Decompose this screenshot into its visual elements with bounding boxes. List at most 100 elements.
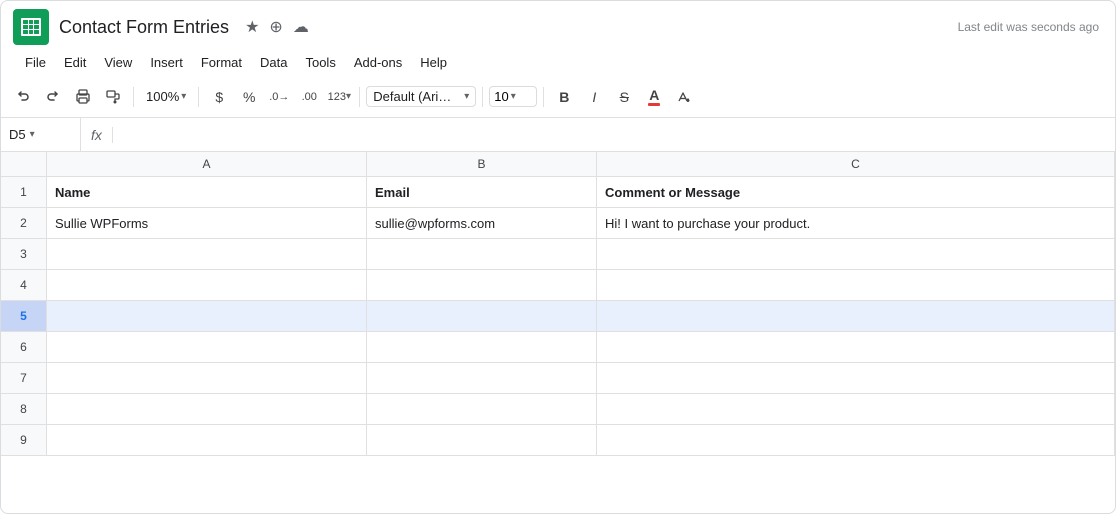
cell-ref-chevron-icon: ▾ (30, 129, 35, 140)
formula-bar: D5 ▾ fx (1, 118, 1115, 152)
font-size-value: 10 (494, 89, 508, 104)
spreadsheet: A B C 1NameEmailComment or Message2Sulli… (1, 152, 1115, 456)
decimal-more-button[interactable]: .0→ (265, 83, 293, 111)
menu-bar: File Edit View Insert Format Data Tools … (1, 49, 1115, 76)
menu-help[interactable]: Help (412, 51, 455, 74)
table-row: 1NameEmailComment or Message (1, 177, 1115, 208)
formula-input[interactable] (113, 127, 1115, 142)
zoom-value: 100% (146, 89, 179, 104)
table-row: 2Sullie WPFormssullie@wpforms.comHi! I w… (1, 208, 1115, 239)
fx-label: fx (81, 127, 113, 143)
table-row: 6 (1, 332, 1115, 363)
table-cell[interactable] (47, 363, 367, 393)
fontsize-chevron-icon: ▾ (511, 91, 516, 102)
table-cell[interactable] (47, 425, 367, 455)
decimal-less-button[interactable]: .00 (295, 83, 323, 111)
menu-file[interactable]: File (17, 51, 54, 74)
cell-ref-value: D5 (9, 127, 26, 142)
star-icon[interactable]: ★ (245, 17, 259, 37)
table-row: 8 (1, 394, 1115, 425)
toolbar-sep-5 (543, 87, 544, 107)
cell-reference[interactable]: D5 ▾ (1, 118, 81, 151)
row-num-header-blank (1, 152, 47, 176)
font-family-dropdown[interactable]: Default (Ari… ▾ (366, 86, 476, 107)
table-cell[interactable] (47, 239, 367, 269)
menu-edit[interactable]: Edit (56, 51, 94, 74)
row-number[interactable]: 1 (1, 177, 47, 207)
row-number[interactable]: 9 (1, 425, 47, 455)
row-number[interactable]: 5 (1, 301, 47, 331)
row-number[interactable]: 7 (1, 363, 47, 393)
dollar-button[interactable]: $ (205, 83, 233, 111)
strikethrough-button[interactable]: S (610, 83, 638, 111)
table-cell[interactable] (597, 394, 1115, 424)
col-header-c[interactable]: C (597, 152, 1115, 176)
col-header-a[interactable]: A (47, 152, 367, 176)
menu-format[interactable]: Format (193, 51, 250, 74)
toolbar-sep-2 (198, 87, 199, 107)
sheet-rows: 1NameEmailComment or Message2Sullie WPFo… (1, 177, 1115, 456)
percent-button[interactable]: % (235, 83, 263, 111)
fill-color-button[interactable] (670, 83, 698, 111)
undo-button[interactable] (9, 83, 37, 111)
table-cell[interactable] (597, 301, 1115, 331)
table-cell[interactable] (47, 394, 367, 424)
italic-button[interactable]: I (580, 83, 608, 111)
toolbar-sep-3 (359, 87, 360, 107)
paint-format-button[interactable] (99, 83, 127, 111)
zoom-dropdown[interactable]: 100% ▾ (140, 87, 192, 106)
title-icons: ★ ⊕ ☁ (245, 17, 309, 37)
bold-button[interactable]: B (550, 83, 578, 111)
table-cell[interactable]: Hi! I want to purchase your product. (597, 208, 1115, 238)
table-row: 9 (1, 425, 1115, 456)
last-edit-text: Last edit was seconds ago (958, 20, 1099, 34)
menu-tools[interactable]: Tools (297, 51, 343, 74)
font-color-button[interactable]: A (640, 83, 668, 111)
row-number[interactable]: 8 (1, 394, 47, 424)
table-cell[interactable] (367, 332, 597, 362)
zoom-chevron-icon: ▾ (181, 91, 186, 102)
app-icon (13, 9, 49, 45)
toolbar-sep-4 (482, 87, 483, 107)
redo-button[interactable] (39, 83, 67, 111)
menu-view[interactable]: View (96, 51, 140, 74)
table-cell[interactable] (47, 270, 367, 300)
print-button[interactable] (69, 83, 97, 111)
table-cell[interactable]: Sullie WPForms (47, 208, 367, 238)
row-number[interactable]: 2 (1, 208, 47, 238)
font-size-dropdown[interactable]: 10 ▾ (489, 86, 537, 107)
table-cell[interactable] (597, 425, 1115, 455)
table-cell[interactable] (367, 425, 597, 455)
table-cell[interactable]: Comment or Message (597, 177, 1115, 207)
row-number[interactable]: 3 (1, 239, 47, 269)
format-number-button[interactable]: 123▾ (325, 83, 353, 111)
menu-data[interactable]: Data (252, 51, 295, 74)
table-cell[interactable]: Name (47, 177, 367, 207)
toolbar-sep-1 (133, 87, 134, 107)
row-number[interactable]: 4 (1, 270, 47, 300)
menu-addons[interactable]: Add-ons (346, 51, 410, 74)
table-cell[interactable] (367, 239, 597, 269)
table-cell[interactable] (597, 363, 1115, 393)
table-cell[interactable] (367, 394, 597, 424)
menu-insert[interactable]: Insert (142, 51, 191, 74)
table-cell[interactable] (367, 363, 597, 393)
column-headers: A B C (1, 152, 1115, 177)
table-row: 5 (1, 301, 1115, 332)
table-cell[interactable] (597, 239, 1115, 269)
font-chevron-icon: ▾ (464, 91, 469, 102)
cloud-icon[interactable]: ☁ (293, 17, 309, 37)
folder-icon[interactable]: ⊕ (269, 17, 282, 37)
table-cell[interactable] (597, 270, 1115, 300)
table-cell[interactable] (47, 301, 367, 331)
table-cell[interactable] (367, 270, 597, 300)
table-cell[interactable]: Email (367, 177, 597, 207)
col-header-b[interactable]: B (367, 152, 597, 176)
table-cell[interactable] (367, 301, 597, 331)
table-cell[interactable] (597, 332, 1115, 362)
table-cell[interactable]: sullie@wpforms.com (367, 208, 597, 238)
row-number[interactable]: 6 (1, 332, 47, 362)
font-family-value: Default (Ari… (373, 89, 451, 104)
table-cell[interactable] (47, 332, 367, 362)
document-title[interactable]: Contact Form Entries (59, 17, 229, 38)
